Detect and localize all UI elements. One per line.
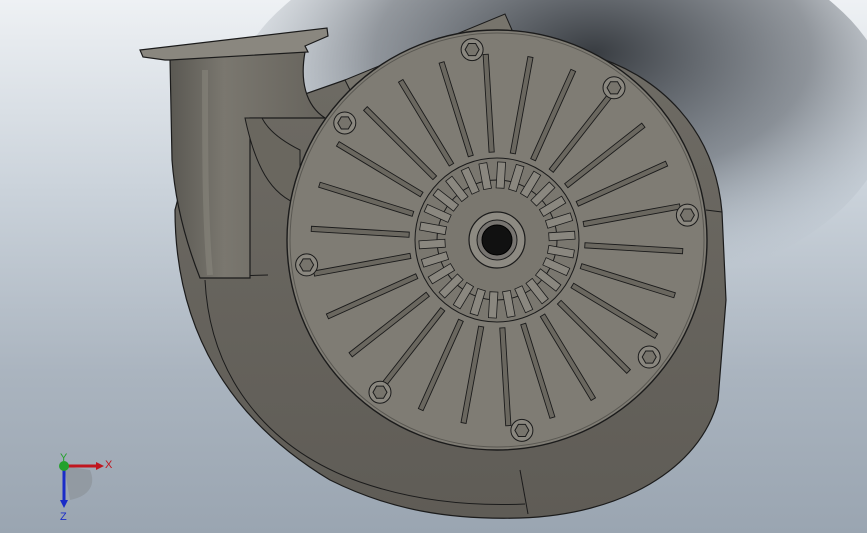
x-axis-label: X [105,459,113,471]
bolt-icon [675,203,699,227]
x-axis-arrow [96,462,104,470]
z-axis-label: Z [60,511,67,522]
bolt-icon [602,76,626,100]
z-axis-arrow [60,500,68,508]
bolt-icon [333,111,357,135]
bolt-icon [637,345,661,369]
triad-cone [64,466,93,500]
bolt-icon [295,253,319,277]
3d-viewport[interactable]: X Y Z [0,0,867,533]
inner-fin [418,238,446,250]
bolt-icon [460,38,484,62]
pump-model[interactable] [0,0,867,533]
inner-fin [487,291,499,319]
inner-fin [548,230,576,242]
bolt-icon [510,418,534,442]
shaft-hole [481,224,513,256]
inner-fin [495,161,507,189]
y-axis-label: Y [60,452,68,464]
orientation-triad[interactable]: X Y Z [44,452,114,522]
bolt-icon [368,380,392,404]
